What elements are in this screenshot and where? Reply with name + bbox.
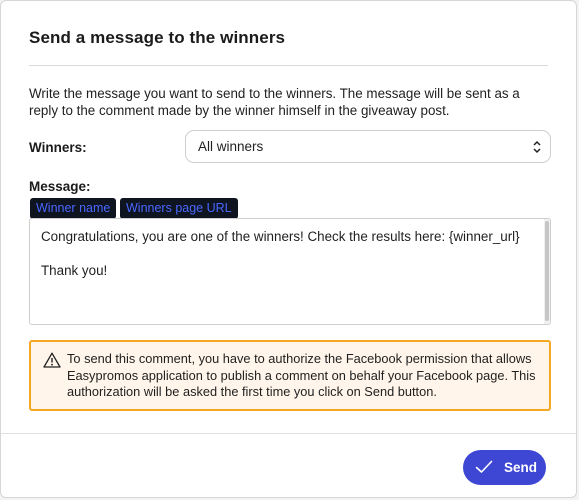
modal-description: Write the message you want to send to th…	[29, 86, 520, 118]
winners-select[interactable]: All winners	[185, 130, 551, 163]
modal-footer: Send	[1, 433, 576, 500]
modal-header: Send a message to the winners	[29, 1, 548, 66]
winners-label: Winners:	[29, 140, 87, 155]
check-icon	[475, 460, 493, 473]
message-textarea[interactable]: Congratulations, you are one of the winn…	[29, 218, 551, 325]
message-text: Congratulations, you are one of the winn…	[41, 229, 520, 278]
select-arrows-icon	[533, 140, 541, 154]
warning-text: To send this comment, you have to author…	[67, 351, 536, 399]
send-button-label: Send	[504, 460, 538, 475]
message-label: Message:	[29, 179, 91, 194]
winners-page-url-tag-button[interactable]: Winners page URL	[120, 198, 238, 219]
message-scrollbar[interactable]	[544, 219, 550, 324]
winner-name-tag-button[interactable]: Winner name	[30, 198, 116, 219]
facebook-permission-warning: To send this comment, you have to author…	[29, 340, 551, 411]
winners-select-value: All winners	[198, 139, 264, 154]
warning-triangle-icon	[43, 352, 61, 368]
message-scrollbar-thumb[interactable]	[545, 221, 549, 321]
modal-title: Send a message to the winners	[29, 28, 286, 47]
send-button[interactable]: Send	[463, 450, 546, 485]
send-message-modal: Send a message to the winners Write the …	[0, 0, 577, 498]
